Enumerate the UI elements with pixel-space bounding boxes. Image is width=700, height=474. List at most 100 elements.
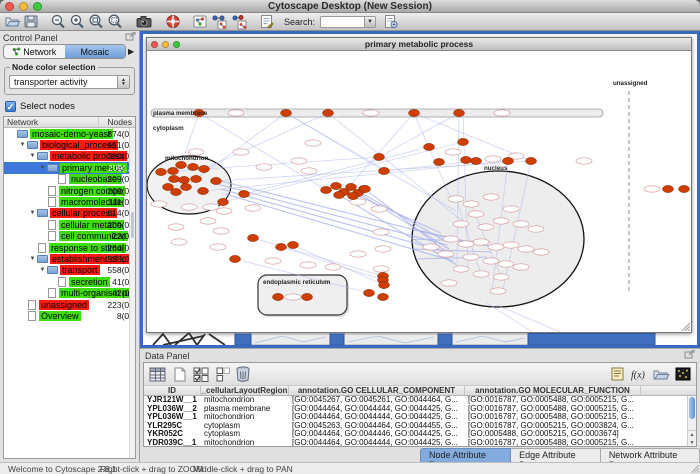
disclosure-triangle-icon[interactable]: ▼ — [38, 267, 47, 273]
tree-item-unassigned[interactable]: unassigned223(0) — [4, 299, 135, 310]
network-edge[interactable] — [487, 303, 537, 332]
table-column-header[interactable]: annotation.GO CELLULAR_COMPONENT — [289, 386, 465, 395]
table-cell[interactable]: cytoplasm — [201, 430, 289, 439]
tree-item-multi-organism-pro[interactable]: multi-organism pro42(0) — [4, 287, 135, 298]
tab-mosaic[interactable]: Mosaic — [65, 45, 126, 58]
network-node[interactable] — [288, 241, 299, 248]
tree-header[interactable]: Network Nodes — [4, 117, 135, 128]
network-node[interactable] — [503, 157, 514, 164]
network-window-titlebar[interactable]: primary metabolic process — [147, 38, 691, 51]
network-node[interactable] — [230, 255, 241, 262]
window-titlebar[interactable]: Cytoscape Desktop (New Session) — [0, 0, 700, 13]
network-node[interactable] — [379, 281, 390, 288]
network-node[interactable] — [171, 188, 182, 195]
table-cell[interactable]: mitochondrion — [201, 413, 289, 422]
table-row[interactable]: YPL036W__2plasma membrane[GO:0044464, GO… — [144, 405, 696, 414]
network-node[interactable] — [348, 192, 359, 199]
network-node[interactable] — [364, 289, 375, 296]
network-node[interactable] — [424, 143, 435, 150]
new-attribute-icon[interactable] — [171, 365, 189, 383]
table-row[interactable]: YDR039C__1mitochondrion[GO:0044464, GO:0… — [144, 439, 696, 446]
network-node[interactable] — [360, 185, 371, 192]
table-cell[interactable]: cytoplasm — [201, 422, 289, 431]
network-node[interactable] — [188, 163, 199, 170]
configure-search-icon[interactable] — [383, 14, 398, 30]
attribute-grid-icon[interactable] — [148, 365, 168, 383]
table-row[interactable]: YLR295Ccytoplasm[GO:0045263, GO:0044464,… — [144, 422, 696, 431]
delete-nodes-edges-icon[interactable] — [230, 14, 248, 30]
table-row[interactable]: YPL036W__1mitochondrion[GO:0044464, GO:0… — [144, 413, 696, 422]
table-cell[interactable]: YLR295C — [144, 422, 201, 431]
network-node[interactable] — [179, 176, 190, 183]
disclosure-triangle-icon[interactable]: ▼ — [38, 165, 47, 171]
network-node[interactable] — [191, 175, 202, 182]
save-session-icon[interactable] — [23, 14, 39, 30]
table-scrollbar[interactable]: ▲▼ — [687, 396, 696, 446]
table-cell[interactable]: YKR052C — [144, 430, 201, 439]
table-scrollbar-arrows[interactable]: ▲▼ — [688, 430, 696, 446]
tree-item-secretion[interactable]: secretion41(0) — [4, 276, 135, 287]
network-node[interactable] — [239, 190, 250, 197]
table-row[interactable]: YKR052Ccytoplasm[GO:0044464, GO:0044446,… — [144, 430, 696, 439]
network-node[interactable] — [461, 156, 472, 163]
table-column-header[interactable]: ID — [144, 386, 201, 395]
network-node[interactable] — [181, 183, 192, 190]
table-cell[interactable]: YPL036W__1 — [144, 413, 201, 422]
node-color-dropdown[interactable]: transporter activity ▲▼ — [9, 75, 130, 89]
search-dropdown-arrow-icon[interactable]: ▼ — [364, 17, 375, 27]
network-window[interactable]: primary metabolic process plasma membran… — [146, 37, 692, 333]
network-node[interactable] — [409, 109, 420, 116]
tree-item-overview[interactable]: Overview8(0) — [4, 310, 135, 321]
disclosure-triangle-icon[interactable]: ▼ — [28, 210, 37, 216]
network-node[interactable] — [281, 109, 292, 116]
table-cell[interactable]: [GO:0016787, GO:0005488, GO:0005215, G..… — [465, 396, 641, 405]
tree-item-biological-process[interactable]: ▼biological_process651(0) — [4, 139, 135, 150]
dropdown-stepper-icon[interactable]: ▲▼ — [117, 76, 129, 88]
table-cell[interactable]: [GO:0045267, GO:0045261, GO:0044464, G..… — [289, 396, 465, 405]
network-node[interactable] — [471, 157, 482, 164]
table-cell[interactable]: [GO:0016787, GO:0005488, GO:0005215, G..… — [465, 405, 641, 414]
table-cell[interactable]: YPL036W__2 — [144, 405, 201, 414]
tree-column-nodes[interactable]: Nodes — [99, 117, 135, 127]
table-cell[interactable]: [GO:0044464, GO:0044444, GO:0044425, G..… — [289, 439, 465, 446]
select-attributes-icon[interactable] — [192, 365, 212, 383]
network-edge[interactable] — [497, 305, 567, 332]
network-node[interactable] — [198, 187, 209, 194]
table-cell[interactable]: [GO:0044464, GO:0044444, GO:0044425, G..… — [289, 413, 465, 422]
tree-item-macromolecule[interactable]: macromolecule311(0) — [4, 196, 135, 207]
network-node[interactable] — [321, 186, 332, 193]
network-node[interactable] — [169, 175, 180, 182]
network-node[interactable] — [379, 167, 390, 174]
select-nodes-checkbox[interactable]: ✓ — [5, 101, 16, 112]
tree-item-cellular-process[interactable]: ▼cellular process614(0) — [4, 208, 135, 219]
table-column-header[interactable]: _cellularLayoutRegion — [201, 386, 289, 395]
network-edge[interactable] — [328, 113, 465, 223]
table-cell[interactable]: [GO:0044464, GO:0044446, GO:0044425, G..… — [289, 430, 465, 439]
tree-item-response-to-stimul[interactable]: response to stimul264(0) — [4, 242, 135, 253]
tree-scrollbar-thumb[interactable] — [131, 212, 134, 238]
zoom-selected-icon[interactable] — [107, 14, 124, 30]
network-node[interactable] — [454, 109, 465, 116]
disclosure-triangle-icon[interactable]: ▼ — [28, 153, 37, 159]
network-node[interactable] — [218, 198, 229, 205]
table-cell[interactable]: [GO:0044464, GO:0044444, GO:0044425, G..… — [289, 405, 465, 414]
help-lifering-icon[interactable] — [165, 14, 181, 30]
disclosure-triangle-icon[interactable]: ▼ — [18, 142, 27, 148]
table-cell[interactable]: plasma membrane — [201, 405, 289, 414]
add-nodes-edges-icon[interactable] — [210, 14, 228, 30]
network-node[interactable] — [679, 185, 690, 192]
network-node[interactable] — [374, 153, 385, 160]
network-node[interactable] — [168, 167, 179, 174]
unselect-attributes-icon[interactable] — [215, 365, 231, 383]
open-session-icon[interactable] — [4, 14, 21, 30]
table-cell[interactable]: [GO:0016787, GO:0005215, GO:0003824, G..… — [465, 422, 641, 431]
zoom-out-icon[interactable] — [50, 14, 67, 30]
tree-item-establishment-of-lo[interactable]: ▼establishment of lo558(0) — [4, 253, 135, 264]
network-node[interactable] — [378, 293, 389, 300]
float-panel-icon[interactable] — [125, 32, 136, 43]
table-cell[interactable]: [GO:0016787, GO:0005488, GO:0005215, G..… — [465, 439, 641, 446]
table-cell[interactable]: YDR039C__1 — [144, 439, 201, 446]
table-cell[interactable]: mitochondrion — [201, 439, 289, 446]
table-cell[interactable]: [GO:0016787, GO:0005488, GO:0005215, G..… — [465, 413, 641, 422]
network-node[interactable] — [346, 183, 357, 190]
